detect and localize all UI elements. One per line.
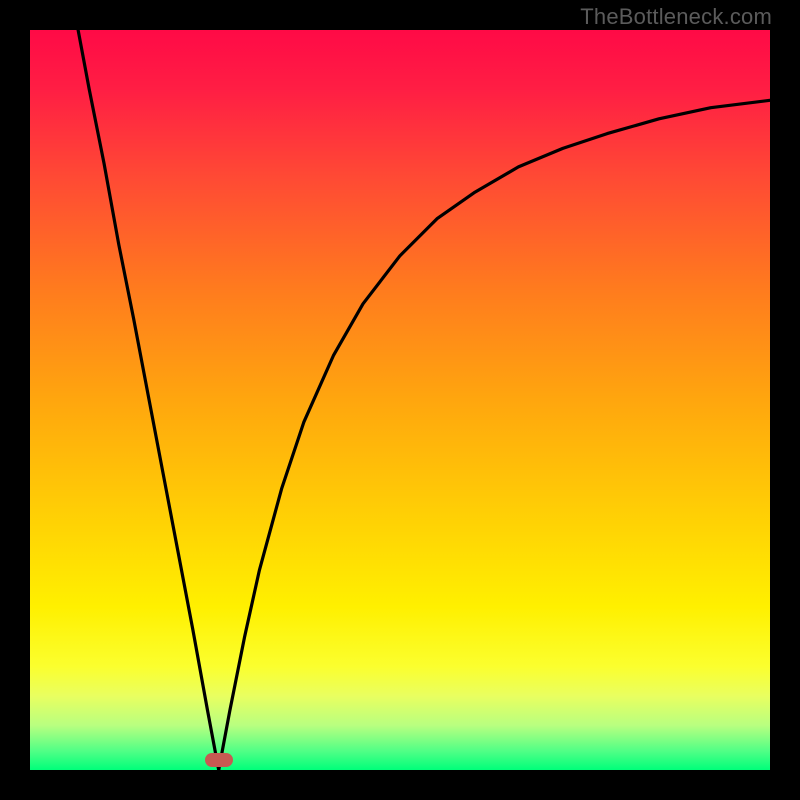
curve-layer xyxy=(30,30,770,770)
curve-right-segment xyxy=(219,100,770,770)
plot-area xyxy=(30,30,770,770)
chart-frame: TheBottleneck.com xyxy=(0,0,800,800)
curve-left-segment xyxy=(78,30,219,770)
watermark-text: TheBottleneck.com xyxy=(580,4,772,30)
minimum-marker xyxy=(205,753,233,767)
